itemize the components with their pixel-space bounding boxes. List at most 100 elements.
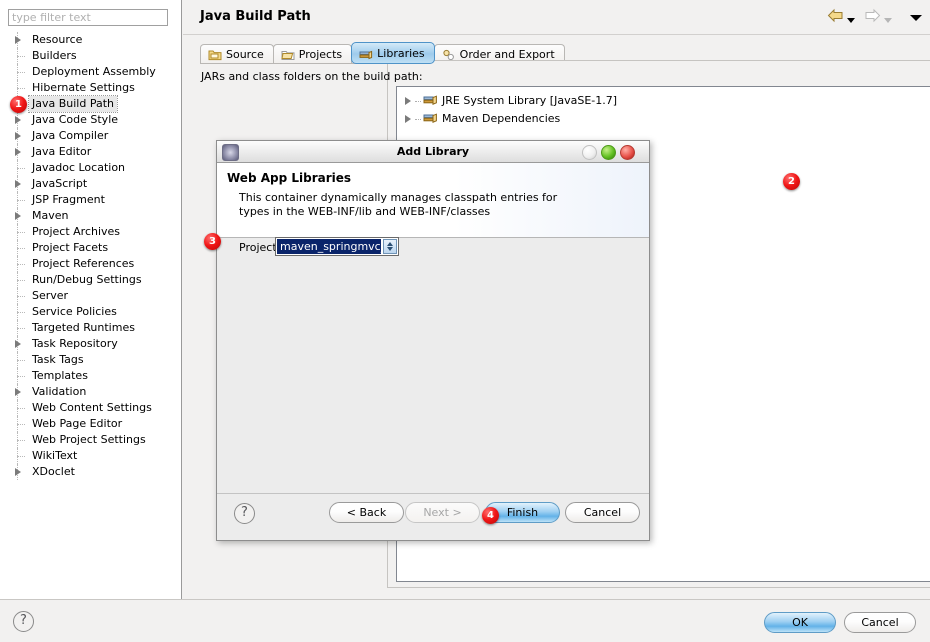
chevron-down-icon[interactable] xyxy=(910,14,922,21)
spinner-down-icon[interactable] xyxy=(387,247,393,251)
project-combo[interactable]: maven_springmvc_2 xyxy=(275,237,399,256)
sidebar-item-project-facets[interactable]: Project Facets xyxy=(0,240,182,256)
sidebar-item-builders[interactable]: Builders xyxy=(0,48,182,64)
expand-arrow-icon[interactable] xyxy=(15,388,21,396)
tree-dash xyxy=(17,72,25,74)
expand-arrow-icon[interactable] xyxy=(15,132,21,140)
project-row: Project: maven_springmvc_2 xyxy=(217,237,649,259)
sidebar-item-resource[interactable]: Resource xyxy=(0,32,182,48)
back-dropdown-caret[interactable] xyxy=(847,17,855,23)
dialog-header: Web App Libraries This container dynamic… xyxy=(217,163,649,238)
sidebar-item-label: Java Editor xyxy=(32,145,92,158)
sidebar-item-label: Maven xyxy=(32,209,69,222)
expand-arrow-icon[interactable] xyxy=(15,36,21,44)
sidebar-item-label: Project Archives xyxy=(32,225,121,238)
expand-arrow-icon[interactable] xyxy=(15,340,21,348)
sidebar-item-wikitext[interactable]: WikiText xyxy=(0,448,182,464)
sidebar-item-validation[interactable]: Validation xyxy=(0,384,182,400)
view-menu-caret[interactable] xyxy=(907,11,922,24)
sidebar-item-java-build-path[interactable]: Java Build Path xyxy=(0,95,182,113)
expand-arrow-icon[interactable] xyxy=(15,468,21,476)
sidebar-item-server[interactable]: Server xyxy=(0,288,182,304)
sidebar-item-hibernate-settings[interactable]: Hibernate Settings xyxy=(0,80,182,96)
project-combo-spinner[interactable] xyxy=(383,239,397,254)
source-folder-icon xyxy=(208,48,222,61)
expand-arrow-icon[interactable] xyxy=(15,148,21,156)
close-icon[interactable] xyxy=(620,145,635,160)
tab-libraries[interactable]: Libraries xyxy=(351,42,435,64)
sidebar-item-label: Validation xyxy=(32,385,87,398)
forward-nav-group[interactable] xyxy=(864,8,892,26)
expand-arrow-icon[interactable] xyxy=(405,97,411,105)
sidebar-item-project-archives[interactable]: Project Archives xyxy=(0,224,182,240)
bottom-help-icon[interactable]: ? xyxy=(13,611,34,632)
sidebar-item-templates[interactable]: Templates xyxy=(0,368,182,384)
sidebar-item-deployment-assembly[interactable]: Deployment Assembly xyxy=(0,64,182,80)
preferences-sidebar: Resource Builders Deployment Assembly Hiber… xyxy=(0,0,182,600)
sidebar-item-label: Resource xyxy=(32,33,83,46)
library-jar-icon xyxy=(423,112,438,125)
sidebar-item-targeted-runtimes[interactable]: Targeted Runtimes xyxy=(0,320,182,336)
sidebar-item-label: Task Tags xyxy=(32,353,84,366)
list-item[interactable]: JRE System Library [JavaSE-1.7] xyxy=(397,92,930,110)
sidebar-item-xdoclet[interactable]: XDoclet xyxy=(0,464,182,480)
sidebar-item-web-page-editor[interactable]: Web Page Editor xyxy=(0,416,182,432)
sidebar-item-task-tags[interactable]: Task Tags xyxy=(0,352,182,368)
tree-dash xyxy=(17,408,25,410)
sidebar-item-label: Java Compiler xyxy=(32,129,109,142)
dialog-cancel-button[interactable]: Cancel xyxy=(565,502,640,523)
filter-input[interactable] xyxy=(8,9,168,26)
maximize-icon[interactable] xyxy=(601,145,616,160)
expand-arrow-icon[interactable] xyxy=(405,115,411,123)
sidebar-item-label: JSP Fragment xyxy=(32,193,105,206)
sidebar-item-java-compiler[interactable]: Java Compiler xyxy=(0,128,182,144)
tab-source[interactable]: Source xyxy=(200,44,274,64)
next-button: Next > xyxy=(405,502,480,523)
sidebar-item-jsp-fragment[interactable]: JSP Fragment xyxy=(0,192,182,208)
sidebar-item-web-project-settings[interactable]: Web Project Settings xyxy=(0,432,182,448)
sidebar-item-service-policies[interactable]: Service Policies xyxy=(0,304,182,320)
sidebar-item-label: WikiText xyxy=(32,449,78,462)
sidebar-item-java-code-style[interactable]: Java Code Style xyxy=(0,112,182,128)
tab-label: Projects xyxy=(298,48,343,61)
expand-arrow-icon[interactable] xyxy=(15,180,21,188)
cancel-button[interactable]: Cancel xyxy=(844,612,916,633)
forward-dropdown-caret[interactable] xyxy=(883,17,892,23)
help-icon[interactable]: ? xyxy=(234,503,255,524)
expand-arrow-icon[interactable] xyxy=(15,116,21,124)
dialog-heading: Web App Libraries xyxy=(227,171,352,185)
tree-dash xyxy=(17,312,25,314)
sidebar-item-maven[interactable]: Maven xyxy=(0,208,182,224)
eclipse-properties-window: Resource Builders Deployment Assembly Hiber… xyxy=(0,0,930,642)
title-separator xyxy=(183,34,930,35)
ok-button[interactable]: OK xyxy=(764,612,836,633)
minimize-icon[interactable] xyxy=(582,145,597,160)
list-item-label: JRE System Library [JavaSE-1.7] xyxy=(442,94,618,107)
spinner-up-icon[interactable] xyxy=(387,242,393,246)
tab-label: Source xyxy=(226,48,264,61)
sidebar-item-run-debug-settings[interactable]: Run/Debug Settings xyxy=(0,272,182,288)
back-button[interactable]: < Back xyxy=(329,502,404,523)
annotation-badge-1: 1 xyxy=(10,96,27,113)
sidebar-item-task-repository[interactable]: Task Repository xyxy=(0,336,182,352)
back-nav-group[interactable] xyxy=(827,8,855,26)
sidebar-item-javadoc-location[interactable]: Javadoc Location xyxy=(0,160,182,176)
tab-projects[interactable]: Projects xyxy=(272,44,353,64)
tree-dash xyxy=(17,88,25,90)
sidebar-item-web-content-settings[interactable]: Web Content Settings xyxy=(0,400,182,416)
back-arrow-icon xyxy=(827,8,843,23)
sidebar-item-project-references[interactable]: Project References xyxy=(0,256,182,272)
sidebar-item-javascript[interactable]: JavaScript xyxy=(0,176,182,192)
project-combo-value: maven_springmvc_2 xyxy=(277,239,381,254)
dialog-titlebar[interactable]: Add Library xyxy=(217,141,649,163)
list-item[interactable]: Maven Dependencies xyxy=(397,110,930,128)
bottom-bar: ? OK Cancel xyxy=(0,599,930,642)
panel-label: JARs and class folders on the build path… xyxy=(201,70,423,83)
tree-dash xyxy=(17,360,25,362)
tree-dash xyxy=(17,232,25,234)
sidebar-item-java-editor[interactable]: Java Editor xyxy=(0,144,182,160)
projects-folder-icon xyxy=(281,48,295,60)
expand-arrow-icon[interactable] xyxy=(15,212,21,220)
tree-dash xyxy=(415,101,421,103)
sidebar-item-label: Service Policies xyxy=(32,305,117,318)
